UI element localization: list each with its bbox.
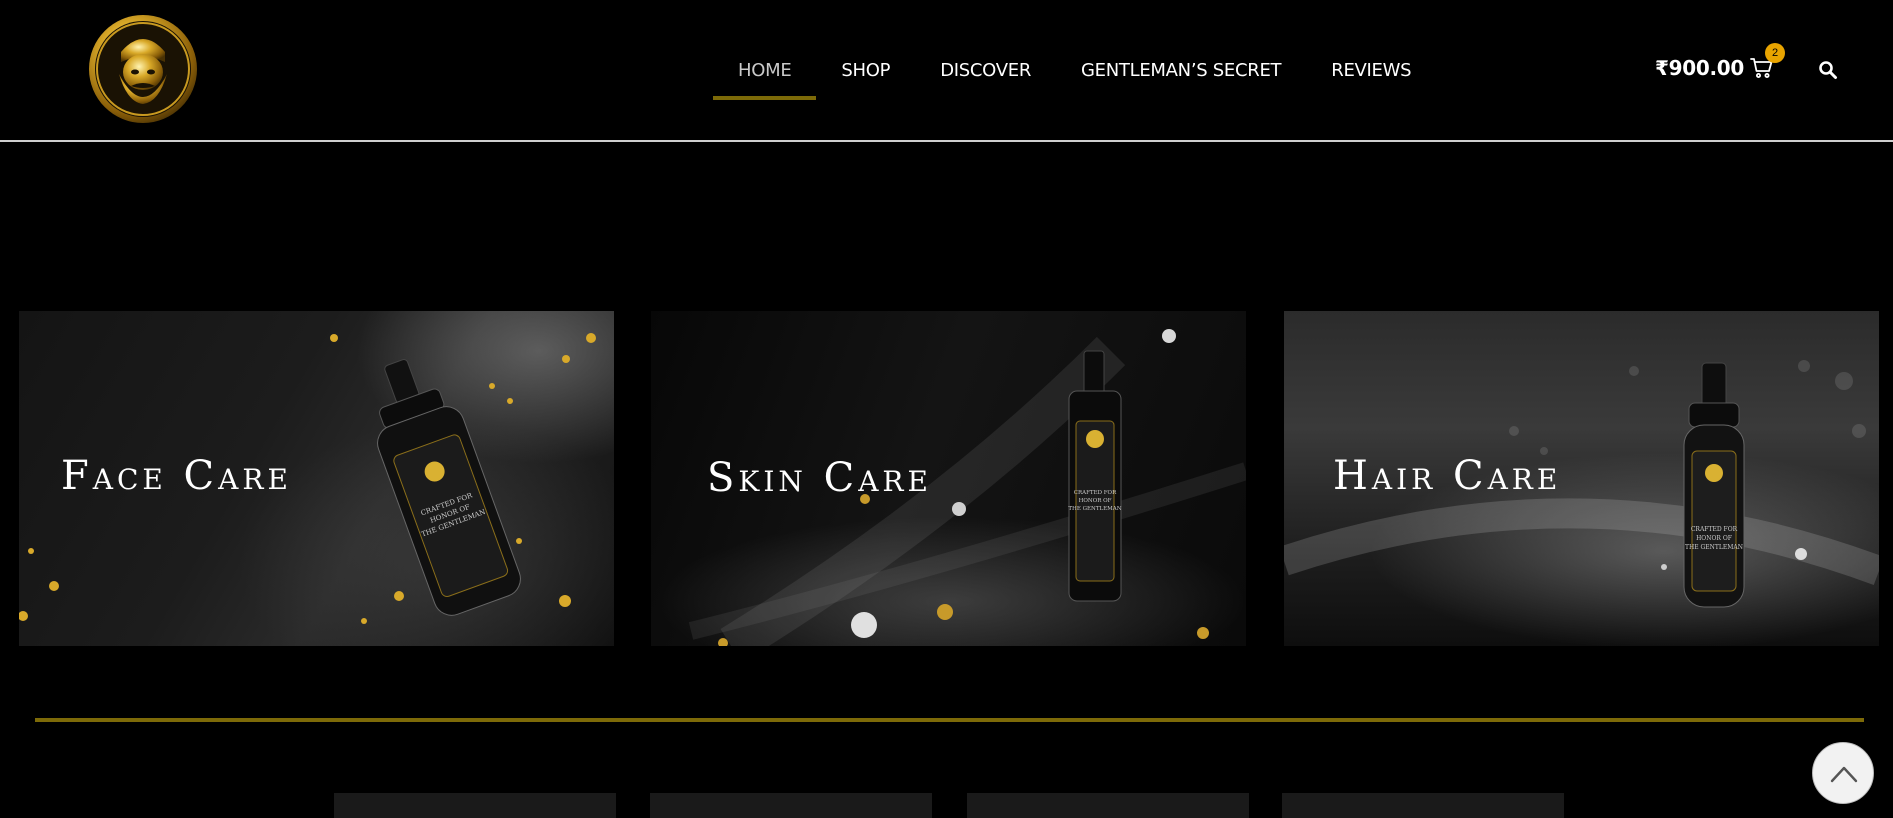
svg-text:HONOR OF: HONOR OF <box>1696 535 1732 542</box>
shopping-cart-icon[interactable]: 2 <box>1750 43 1785 80</box>
brand-logo[interactable] <box>87 12 199 126</box>
chevron-up-icon <box>1830 766 1858 783</box>
nav-item-discover[interactable]: DISCOVER <box>915 48 1056 100</box>
svg-text:THE GENTLEMAN: THE GENTLEMAN <box>1685 544 1743 551</box>
nav-item-reviews[interactable]: REVIEWS <box>1306 48 1436 100</box>
product-tile[interactable] <box>334 793 616 818</box>
product-tile[interactable] <box>1282 793 1564 818</box>
product-tile[interactable] <box>967 793 1249 818</box>
search-icon[interactable] <box>1818 60 1838 80</box>
category-card-face-care[interactable]: CRAFTED FOR HONOR OF THE GENTLEMAN Face … <box>19 311 614 646</box>
main-nav: HOME SHOP DISCOVER GENTLEMAN’S SECRET RE… <box>713 48 1436 100</box>
site-header: HOME SHOP DISCOVER GENTLEMAN’S SECRET RE… <box>0 0 1893 142</box>
cart-count-badge: 2 <box>1765 43 1785 63</box>
cart-total[interactable]: ₹900.00 <box>1655 56 1744 80</box>
svg-text:THE GENTLEMAN: THE GENTLEMAN <box>1068 506 1121 512</box>
nav-item-gentlemans-secret[interactable]: GENTLEMAN’S SECRET <box>1056 48 1306 100</box>
cart-widget[interactable]: ₹900.00 2 <box>1655 43 1785 80</box>
svg-text:HONOR OF: HONOR OF <box>1079 498 1112 504</box>
nav-item-shop[interactable]: SHOP <box>816 48 915 100</box>
category-title: Face Care <box>61 453 292 499</box>
category-title: Skin Care <box>707 455 932 501</box>
scroll-to-top-button[interactable] <box>1812 742 1874 804</box>
nav-item-home[interactable]: HOME <box>713 48 817 100</box>
svg-text:CRAFTED FOR: CRAFTED FOR <box>1074 490 1117 496</box>
category-card-hair-care[interactable]: CRAFTED FOR HONOR OF THE GENTLEMAN Hair … <box>1284 311 1879 646</box>
product-tile[interactable] <box>650 793 932 818</box>
svg-text:CRAFTED FOR: CRAFTED FOR <box>1691 526 1738 533</box>
section-divider <box>35 718 1864 722</box>
category-title: Hair Care <box>1333 453 1562 499</box>
category-card-skin-care[interactable]: CRAFTED FOR HONOR OF THE GENTLEMAN Skin … <box>651 311 1246 646</box>
